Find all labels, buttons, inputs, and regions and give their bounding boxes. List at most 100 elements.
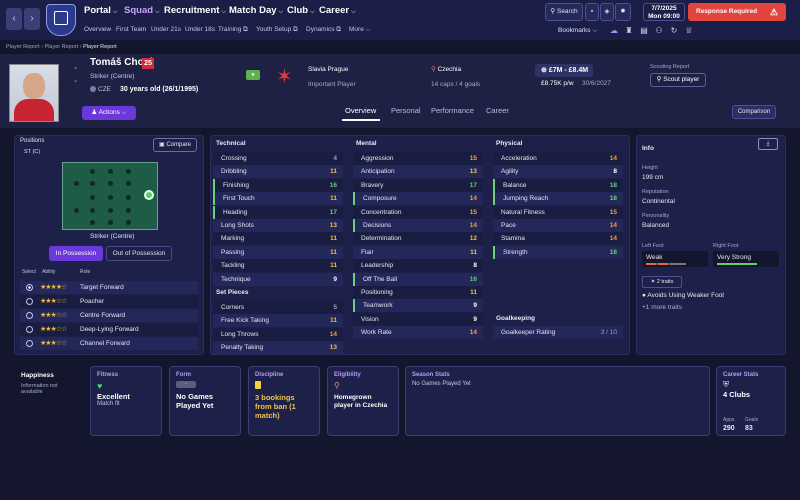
clipboard-icon[interactable]: ▤: [638, 25, 650, 37]
attribute-row[interactable]: Finishing 16: [213, 178, 343, 192]
attribute-row[interactable]: Concentration 15: [353, 205, 483, 219]
club-logo[interactable]: ✶: [276, 64, 293, 89]
tab-personal[interactable]: Personal: [391, 106, 421, 115]
back-button[interactable]: ‹: [6, 8, 22, 30]
submenu-overview[interactable]: Overview: [84, 26, 111, 33]
career-stats-card[interactable]: Career Stats ⛨ 4 Clubs Apps 290 Goals 83: [716, 366, 786, 436]
attribute-row[interactable]: Decisions 14: [353, 219, 483, 232]
attribute-row[interactable]: Anticipation 13: [353, 165, 483, 179]
attribute-row[interactable]: Stamina 14: [493, 232, 623, 246]
club-name[interactable]: Slavia Prague: [308, 66, 348, 73]
menu-club[interactable]: Club ⌵: [287, 5, 315, 16]
role-row[interactable]: ★★★☆☆ Poacher: [20, 295, 198, 308]
attribute-row[interactable]: Acceleration 14: [493, 152, 623, 165]
submenu-dynamics[interactable]: Dynamics ⧉: [306, 26, 341, 34]
menu-match-day[interactable]: Match Day ⌵: [229, 5, 283, 16]
prev-player-icon[interactable]: ⌃: [73, 66, 78, 74]
breadcrumb-item[interactable]: Player Report: [45, 44, 79, 50]
position-pitch[interactable]: [62, 162, 158, 230]
attribute-row[interactable]: Aggression 15: [353, 152, 483, 165]
settings-button[interactable]: ✹: [615, 3, 631, 21]
submenu-youth-setup[interactable]: Youth Setup ⧉: [256, 26, 298, 34]
trait-item[interactable]: ● Avoids Using Weaker Foot: [642, 292, 724, 299]
people-icon[interactable]: ⚇: [653, 25, 665, 37]
tab-performance[interactable]: Performance: [431, 106, 474, 115]
attribute-row[interactable]: Positioning 11: [353, 286, 483, 299]
attribute-row[interactable]: Pace 14: [493, 219, 623, 232]
eligibility-card[interactable]: Eligibility ⚲ Homegrown player in Czechi…: [327, 366, 399, 436]
attribute-row[interactable]: Technique 9: [213, 272, 343, 286]
role-row[interactable]: ★★★☆☆ Deep-Lying Forward: [20, 323, 198, 336]
attribute-row[interactable]: Corners 5: [213, 301, 343, 314]
compare-button[interactable]: ▣ Compare: [153, 138, 197, 152]
attribute-row[interactable]: Leadership 8: [353, 259, 483, 273]
nationality[interactable]: ⚲ Czechia: [431, 65, 461, 73]
attribute-row[interactable]: First Touch 11: [213, 192, 343, 206]
role-row[interactable]: ★★★☆☆ Centre Forward: [20, 309, 198, 322]
trophy-icon[interactable]: ♕: [683, 25, 695, 37]
submenu-first-team[interactable]: First Team: [116, 26, 146, 33]
attribute-row[interactable]: Jumping Reach 18: [493, 192, 623, 206]
in-possession-toggle[interactable]: In Possession: [49, 246, 103, 261]
club-crest[interactable]: [46, 4, 76, 36]
goalkeeper-rating-row[interactable]: Goalkeeper Rating 3 / 10: [493, 326, 623, 339]
response-required-button[interactable]: Response Required ⚠: [688, 3, 786, 21]
attribute-row[interactable]: Heading 17: [213, 205, 343, 219]
attribute-row[interactable]: Tackling 11: [213, 259, 343, 273]
next-player-icon[interactable]: ⌄: [73, 76, 78, 84]
attribute-row[interactable]: Composure 14: [353, 192, 483, 206]
shirt-icon[interactable]: ♜: [623, 25, 635, 37]
menu-recruitment[interactable]: Recruitment ⌵: [164, 5, 226, 16]
radio[interactable]: [26, 312, 33, 319]
forward-button[interactable]: ›: [24, 8, 40, 30]
happiness-card[interactable]: Happiness Information not available: [14, 366, 84, 436]
attribute-row[interactable]: Dribbling 11: [213, 165, 343, 179]
scout-player-button[interactable]: ⚲ Scout player: [650, 73, 706, 87]
refresh-icon[interactable]: ↻: [668, 25, 680, 37]
submenu-u21[interactable]: Under 21s: [151, 26, 181, 33]
attribute-row[interactable]: Bravery 17: [353, 178, 483, 192]
submenu-more[interactable]: More ⌵: [349, 26, 371, 34]
out-of-possession-toggle[interactable]: Out of Possession: [106, 246, 172, 261]
attribute-row[interactable]: Natural Fitness 15: [493, 205, 623, 219]
inbox-button[interactable]: ▪: [585, 3, 599, 21]
attribute-row[interactable]: Marking 11: [213, 232, 343, 246]
submenu-training[interactable]: Training ⧉: [218, 26, 248, 34]
attribute-row[interactable]: Agility 8: [493, 165, 623, 179]
traits-button[interactable]: ✦ 2 traits: [642, 276, 682, 288]
role-row[interactable]: ★★★☆☆ Channel Forward: [20, 337, 198, 350]
menu-portal[interactable]: Portal ⌵: [84, 5, 118, 16]
attribute-row[interactable]: Passing 11: [213, 245, 343, 259]
tab-career[interactable]: Career: [486, 106, 509, 115]
attribute-row[interactable]: Off The Ball 16: [353, 272, 483, 286]
radio[interactable]: [26, 340, 33, 347]
download-icon[interactable]: ⤓: [758, 138, 778, 150]
fitness-card[interactable]: Fitness ♥ Excellent Match fit: [90, 366, 162, 436]
more-traits-link[interactable]: +1 more traits: [642, 304, 682, 311]
menu-squad[interactable]: Squad ⌵: [124, 5, 160, 16]
season-stats-card[interactable]: Season Stats No Games Played Yet: [405, 366, 710, 436]
radio[interactable]: [26, 298, 33, 305]
attribute-row[interactable]: Crossing 4: [213, 152, 343, 165]
breadcrumb-item[interactable]: Player Report: [6, 44, 40, 50]
attribute-row[interactable]: Strength 18: [493, 245, 623, 259]
chat-icon[interactable]: ☁: [608, 25, 620, 37]
attribute-row[interactable]: Long Throws 14: [213, 327, 343, 341]
submenu-u18[interactable]: Under 18s: [185, 26, 215, 33]
radio[interactable]: [26, 326, 33, 333]
date-display[interactable]: 7/7/2025 Mon 09:00: [643, 3, 685, 21]
form-card[interactable]: Form - No Games Played Yet: [169, 366, 241, 436]
actions-button[interactable]: ♟ Actions ⌵: [82, 106, 136, 120]
attribute-row[interactable]: Free Kick Taking 11: [213, 314, 343, 328]
role-row[interactable]: ★★★★☆ Target Forward: [20, 281, 198, 294]
club-vision-button[interactable]: ◈: [600, 3, 614, 21]
attribute-row[interactable]: Determination 12: [353, 232, 483, 246]
radio-selected[interactable]: [26, 284, 33, 291]
tab-overview[interactable]: Overview: [345, 106, 376, 115]
search-button[interactable]: ⚲ Search: [545, 3, 583, 21]
attribute-row[interactable]: Work Rate 14: [353, 326, 483, 340]
bookmarks-dropdown[interactable]: Bookmarks ⌵: [558, 27, 597, 35]
attribute-row[interactable]: Penalty Taking 13: [213, 341, 343, 355]
menu-career[interactable]: Career ⌵: [319, 5, 356, 16]
discipline-card[interactable]: Discipline 3 bookings from ban (1 match): [248, 366, 320, 436]
